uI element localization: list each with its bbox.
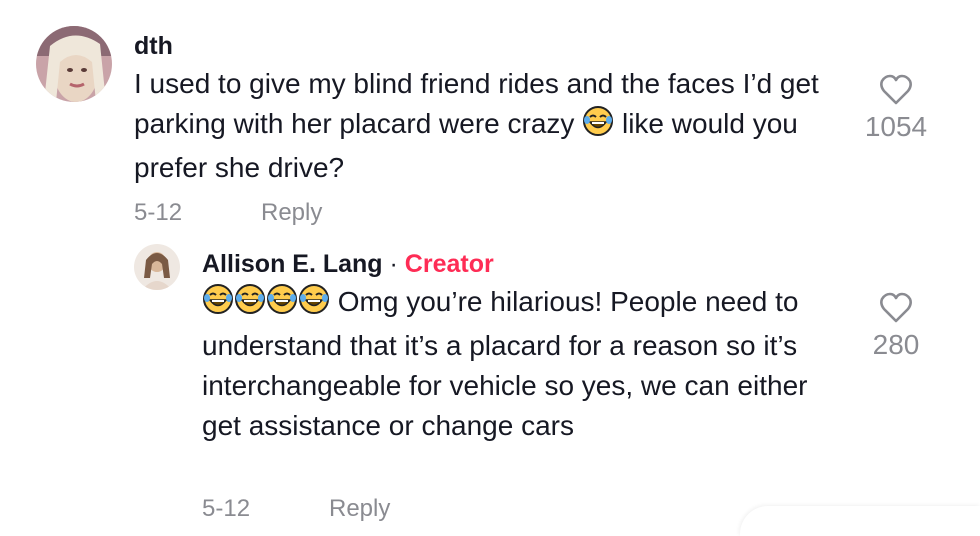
avatar[interactable] (36, 26, 112, 102)
face-with-tears-of-joy-icon (582, 105, 614, 148)
face-with-tears-of-joy-icon (266, 283, 298, 326)
like-button[interactable]: 280 (852, 292, 940, 361)
creator-badge: Creator (404, 250, 494, 278)
face-with-tears-of-joy-icon (234, 283, 266, 326)
overlay-panel-edge (740, 506, 980, 536)
comment-date: 5-12 (202, 495, 251, 522)
heart-icon[interactable] (879, 292, 913, 329)
heart-icon[interactable] (879, 74, 913, 111)
like-button[interactable]: 1054 (852, 74, 940, 143)
face-with-tears-of-joy-icon (202, 283, 234, 326)
comment-username[interactable]: dth (134, 32, 173, 61)
reply-button[interactable]: Reply (261, 199, 322, 227)
reply-button[interactable]: Reply (329, 495, 390, 523)
comment-text: Omg you’re hilarious! People need to und… (202, 282, 842, 446)
username-text[interactable]: Allison E. Lang (202, 250, 383, 278)
separator-dot: · (382, 250, 405, 278)
comment-date: 5-12 (134, 199, 183, 226)
like-count: 1054 (864, 111, 928, 142)
like-count: 280 (872, 329, 920, 360)
comment-text: I used to give my blind friend rides and… (134, 64, 834, 188)
face-with-tears-of-joy-icon (298, 283, 330, 326)
avatar[interactable] (134, 244, 180, 290)
comment-username[interactable]: Allison E. Lang · Creator (202, 250, 494, 279)
